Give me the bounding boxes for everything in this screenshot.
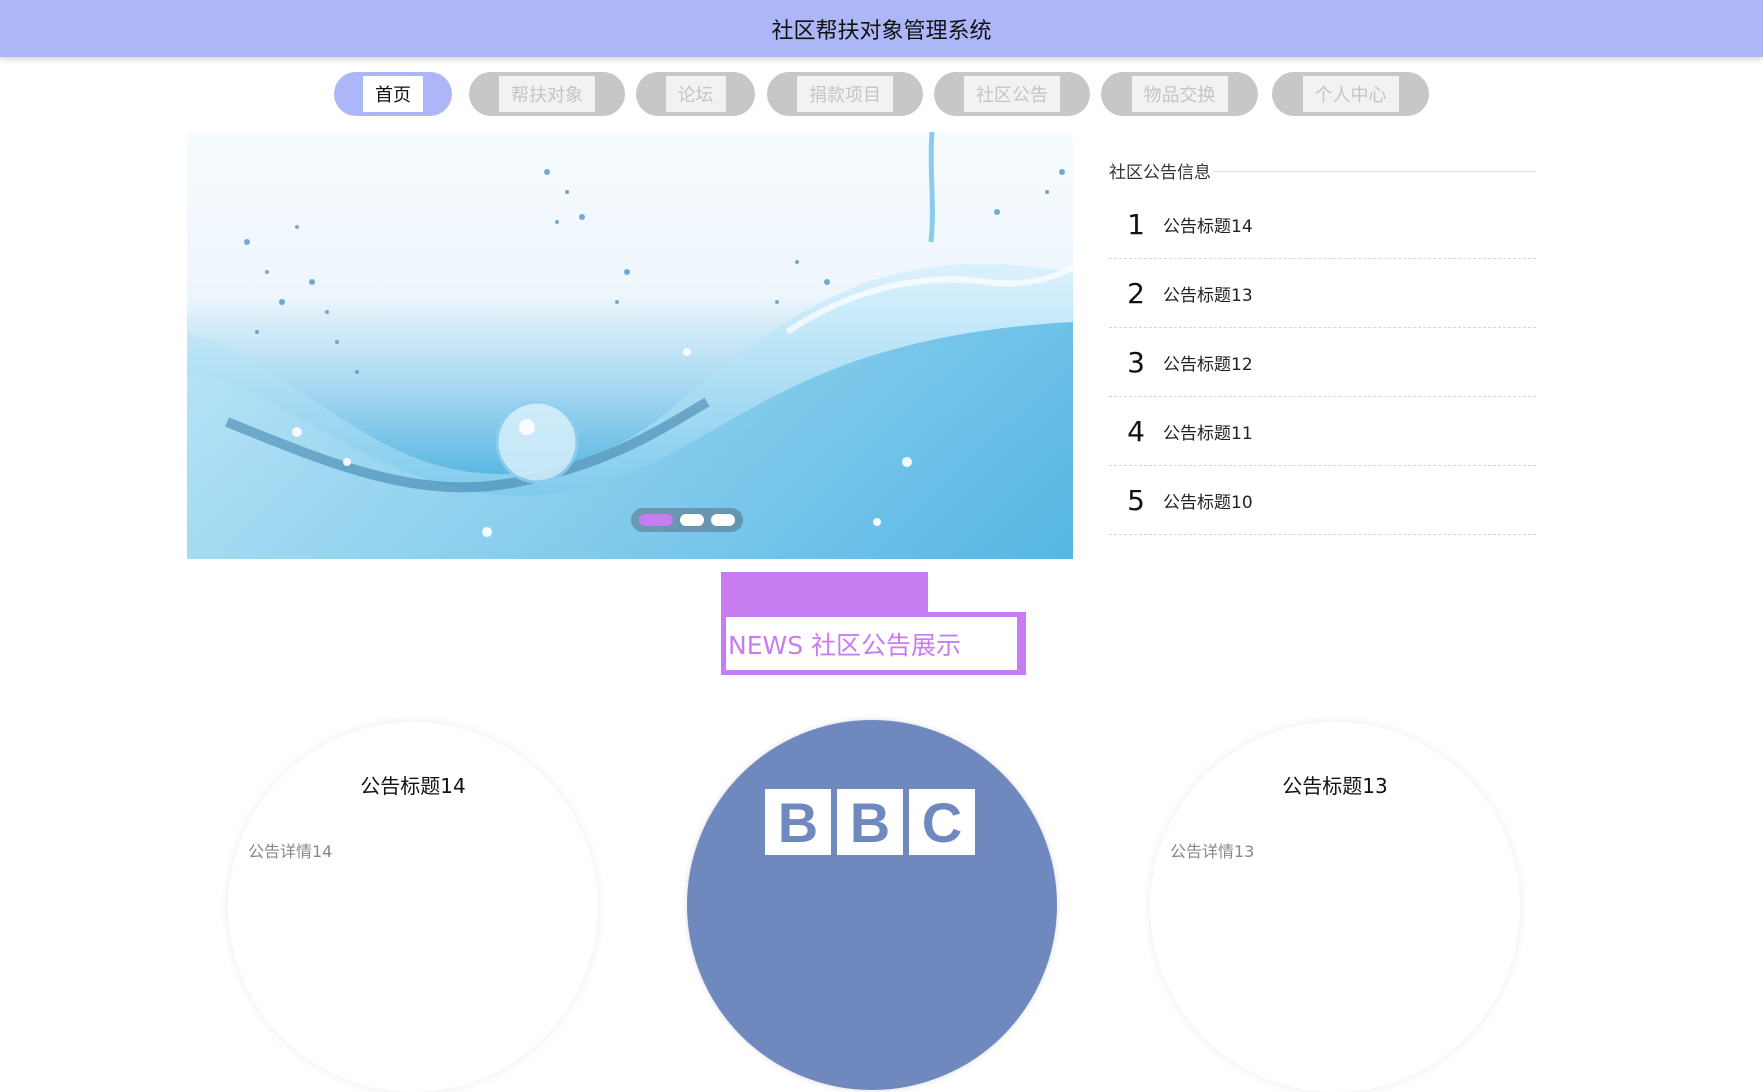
notice-number: 1 [1127, 207, 1145, 241]
site-title: 社区帮扶对象管理系统 [771, 18, 992, 44]
bbc-logo: B B C [765, 789, 975, 855]
nav-label: 帮扶对象 [499, 76, 595, 112]
notice-title[interactable]: 公告标题11 [1163, 419, 1253, 444]
nav-item-aid-targets[interactable]: 帮扶对象 [469, 72, 625, 116]
notice-title[interactable]: 公告标题14 [1163, 212, 1253, 237]
nav-label: 物品交换 [1131, 76, 1228, 112]
notice-card-title: 公告标题14 [360, 774, 466, 798]
nav-label: 个人中心 [1302, 76, 1399, 112]
notice-list-item[interactable]: 5 公告标题10 [1109, 466, 1536, 535]
carousel-dot-2[interactable] [680, 514, 704, 526]
water-splash-image [187, 132, 1073, 559]
notice-panel-title: 社区公告信息 [1109, 158, 1213, 183]
nav-label: 论坛 [665, 76, 726, 112]
logo-letter: C [909, 789, 975, 855]
carousel-dot-1[interactable] [639, 514, 673, 526]
nav-item-home[interactable]: 首页 [334, 72, 452, 116]
notice-list-item[interactable]: 3 公告标题12 [1109, 328, 1536, 397]
notice-number: 4 [1127, 414, 1145, 448]
section-title: NEWS 社区公告展示 [728, 630, 962, 660]
nav-item-donation-projects[interactable]: 捐款项目 [767, 72, 923, 116]
nav-label: 捐款项目 [797, 76, 893, 112]
section-title-inner: NEWS 社区公告展示 [726, 617, 1017, 670]
nav-item-community-notices[interactable]: 社区公告 [934, 72, 1090, 116]
nav-item-forum[interactable]: 论坛 [636, 72, 755, 116]
notice-list-item[interactable]: 1 公告标题14 [1109, 190, 1536, 259]
notice-card[interactable]: 公告标题14 公告详情14 [228, 722, 598, 1092]
nav-item-personal-center[interactable]: 个人中心 [1272, 72, 1429, 116]
nav-label: 首页 [363, 76, 423, 112]
section-title-frame: NEWS 社区公告展示 [721, 612, 1026, 675]
notice-number: 3 [1127, 345, 1145, 379]
main-nav: 首页 帮扶对象 论坛 捐款项目 社区公告 物品交换 个人中心 [0, 72, 1763, 117]
notice-card[interactable]: 公告标题13 公告详情13 [1150, 722, 1520, 1092]
section-title-decoration [721, 572, 928, 614]
notice-panel-header: 社区公告信息 [1109, 150, 1536, 190]
carousel-indicators [631, 508, 743, 532]
notice-title[interactable]: 公告标题13 [1163, 281, 1253, 306]
notice-number: 5 [1127, 483, 1145, 517]
notice-list-item[interactable]: 4 公告标题11 [1109, 397, 1536, 466]
notice-card-desc: 公告详情14 [248, 842, 333, 861]
notice-title[interactable]: 公告标题10 [1163, 488, 1253, 513]
featured-card[interactable]: B B C [687, 720, 1057, 1090]
nav-label: 社区公告 [964, 76, 1060, 112]
notice-card-title: 公告标题13 [1282, 774, 1388, 798]
nav-item-item-exchange[interactable]: 物品交换 [1101, 72, 1258, 116]
logo-letter: B [837, 789, 903, 855]
notice-panel: 社区公告信息 1 公告标题14 2 公告标题13 3 公告标题12 4 公告标题… [1109, 150, 1536, 535]
top-header: 社区帮扶对象管理系统 [0, 0, 1763, 57]
carousel-dot-3[interactable] [711, 514, 735, 526]
notice-number: 2 [1127, 276, 1145, 310]
notice-list-item[interactable]: 2 公告标题13 [1109, 259, 1536, 328]
banner-carousel[interactable] [187, 132, 1073, 559]
notice-card-desc: 公告详情13 [1170, 842, 1255, 861]
notice-title[interactable]: 公告标题12 [1163, 350, 1253, 375]
logo-letter: B [765, 789, 831, 855]
